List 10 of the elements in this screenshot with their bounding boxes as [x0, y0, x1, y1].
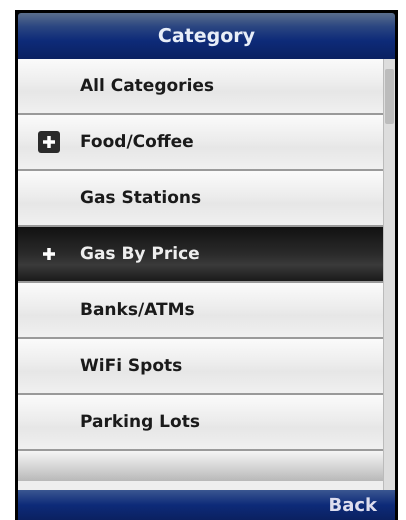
- screen-title: Category: [18, 13, 395, 59]
- category-item[interactable]: Gas Stations: [18, 171, 383, 227]
- scrollbar[interactable]: [383, 59, 395, 490]
- category-item[interactable]: Parking Lots: [18, 395, 383, 451]
- category-item[interactable]: WiFi Spots: [18, 339, 383, 395]
- category-item[interactable]: All Categories: [18, 59, 383, 115]
- category-item[interactable]: Banks/ATMs: [18, 283, 383, 339]
- back-button[interactable]: Back: [324, 494, 381, 516]
- category-item[interactable]: Food/Coffee: [18, 115, 383, 171]
- category-item[interactable]: Gas By Price: [18, 227, 383, 283]
